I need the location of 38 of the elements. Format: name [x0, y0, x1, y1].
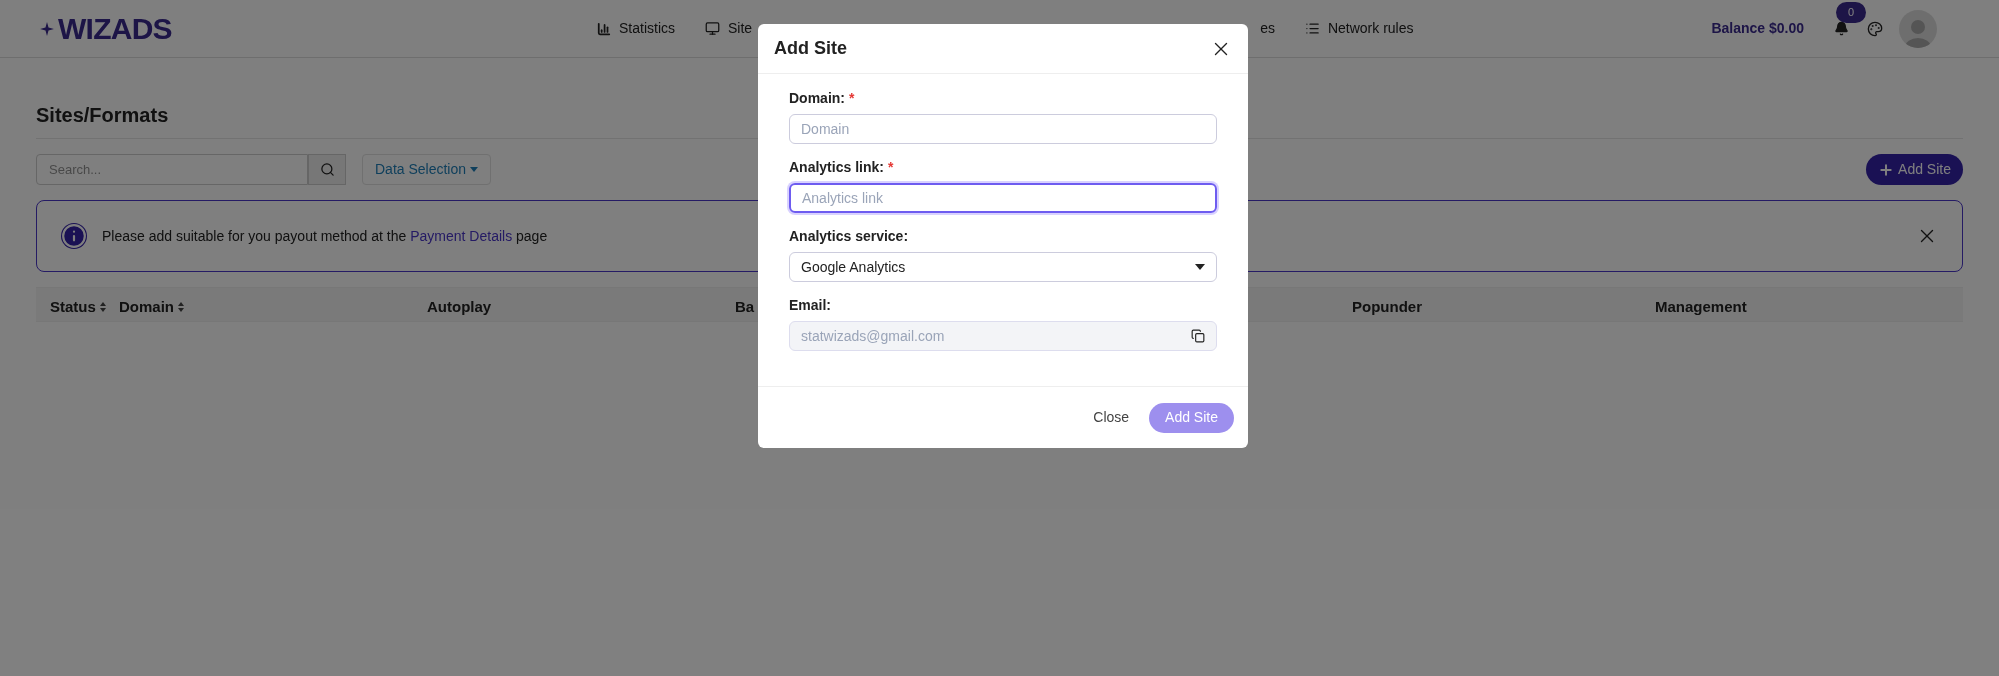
- column-header[interactable]: Domain: [119, 296, 184, 319]
- notification-count: 0: [1836, 2, 1867, 23]
- field-label: Analytics service:: [789, 227, 910, 246]
- palette-icon[interactable]: [1867, 20, 1883, 37]
- alert-message: Please add suitable for you payout method at the Payment Details page: [102, 226, 548, 246]
- column-header: Popunder: [1352, 297, 1422, 317]
- info-icon: [61, 223, 87, 249]
- caret-icon: [470, 167, 479, 172]
- balance-link[interactable]: Balance $0.00: [1711, 18, 1804, 39]
- modal-title: Add Site: [774, 37, 847, 60]
- field-label: Analytics link: *: [789, 158, 895, 177]
- nav-link[interactable]: Network rules: [1304, 18, 1414, 39]
- nav-link[interactable]: Site: [705, 18, 753, 39]
- payment-details-link[interactable]: Payment Details: [410, 227, 513, 244]
- data-selection-dropdown[interactable]: Data Selection: [362, 154, 492, 185]
- bar-chart-icon: [597, 21, 611, 36]
- required-mark: *: [887, 159, 894, 175]
- text-field[interactable]: Analytics link: [789, 183, 1217, 213]
- close-button[interactable]: Close: [1093, 407, 1130, 428]
- search-icon: [319, 162, 335, 177]
- logo-icon: [40, 21, 54, 36]
- sort-icon: [178, 302, 184, 313]
- service-select[interactable]: Google Analytics: [789, 252, 1217, 282]
- nav-link[interactable]: es: [1260, 18, 1275, 39]
- monitor-icon: [705, 21, 720, 36]
- list-icon: [1304, 21, 1320, 36]
- add-site-button[interactable]: Add Site: [1866, 154, 1963, 185]
- sort-icon: [99, 302, 106, 313]
- caret-icon: [1195, 264, 1205, 270]
- field-label: Email:: [789, 296, 832, 315]
- column-header: Autoplay: [427, 297, 492, 317]
- column-header[interactable]: Status: [50, 296, 106, 319]
- column-header: Management: [1655, 297, 1747, 317]
- search-button[interactable]: [308, 154, 346, 185]
- nav-link[interactable]: Statistics: [597, 18, 675, 39]
- logo: WIZADS: [58, 11, 172, 47]
- bell-icon[interactable]: [1834, 21, 1849, 36]
- column-header: Ba: [735, 297, 755, 317]
